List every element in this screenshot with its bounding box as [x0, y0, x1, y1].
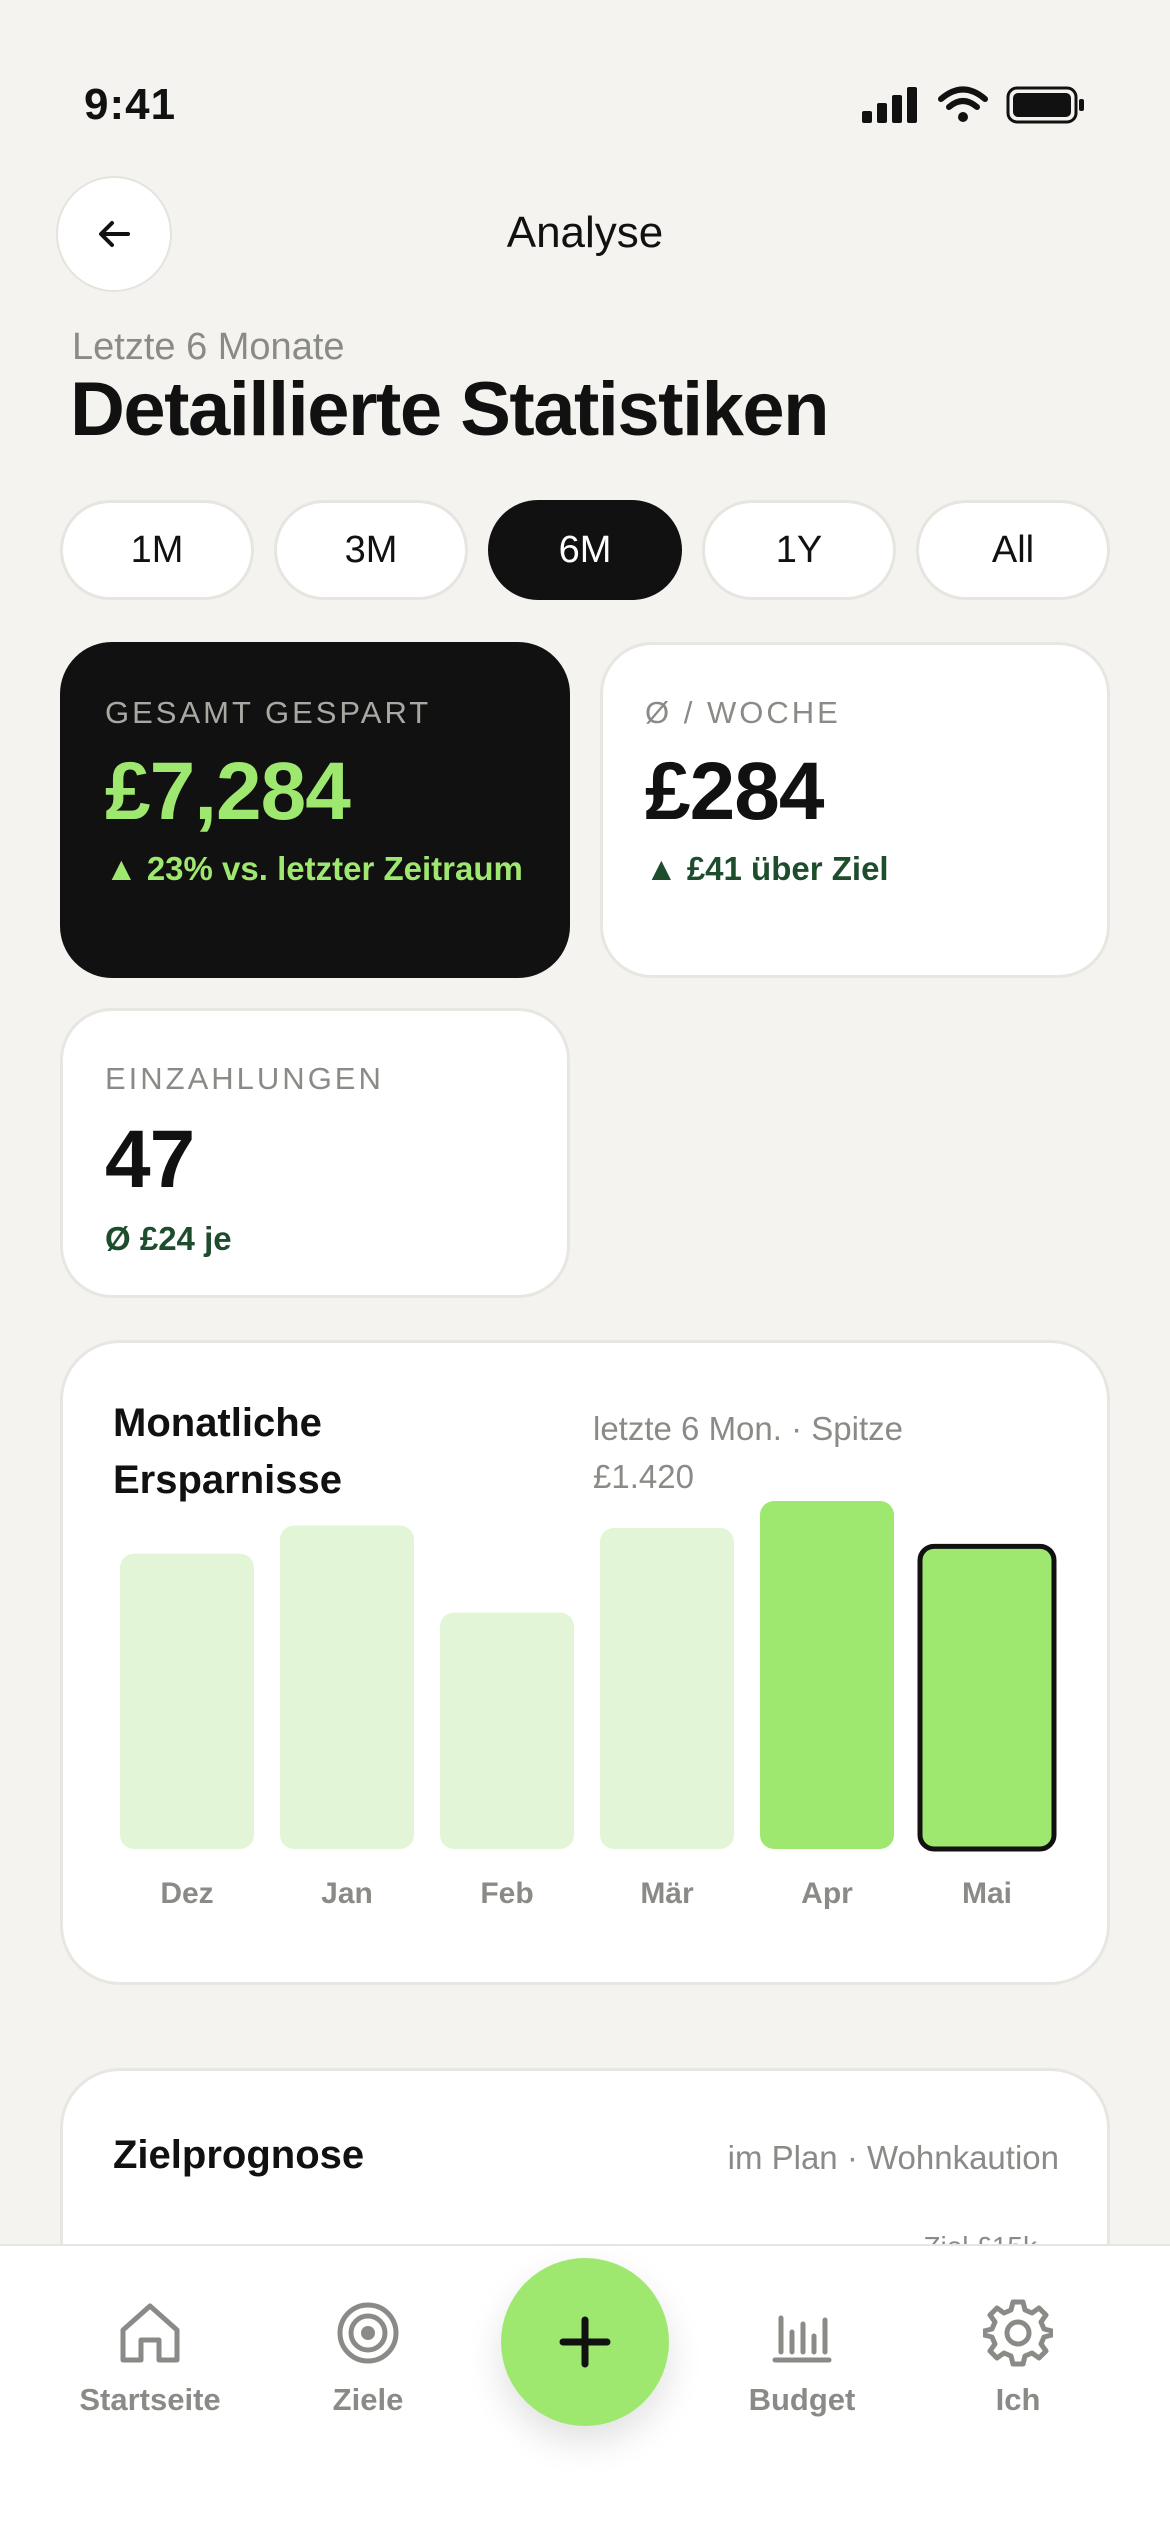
monthly-savings-chart: Dez Jan Feb Mär Apr Mai: [120, 1501, 1057, 1910]
chart-tick-label-jan: Jan: [321, 1877, 373, 1910]
chart-bar-jan[interactable]: [280, 1525, 414, 1849]
nav-label-goals: Ziele: [332, 2382, 404, 2417]
deposits-label: EINZAHLUNGEN: [105, 1061, 384, 1096]
page-subtitle: Letzte 6 Monate: [72, 326, 345, 368]
cellular-signal-icon: [862, 87, 917, 123]
nav-item-profile[interactable]: Ich: [918, 2298, 1118, 2418]
deposits-value: 47: [105, 1114, 195, 1205]
deposits-note: Ø £24 je: [105, 1220, 232, 1257]
chart-tick-label-apr: Apr: [801, 1877, 853, 1910]
weekly-average-label: Ø / WOCHE: [645, 695, 841, 730]
total-saved-change: ▲ 23% vs. letzter Zeitraum: [105, 850, 523, 887]
page-title: Detaillierte Statistiken: [70, 367, 830, 452]
chart-tick-label-feb: Feb: [480, 1877, 533, 1910]
nav-item-goals[interactable]: Ziele: [268, 2298, 468, 2418]
deposits-card: EINZAHLUNGEN 47 Ø £24 je: [60, 1008, 570, 1298]
bar-chart-icon: [772, 2315, 832, 2363]
target-icon: [337, 2302, 399, 2364]
weekly-average-note: ▲ £41 über Ziel: [645, 850, 889, 887]
total-saved-value: £7,284: [105, 746, 351, 837]
range-tabs: 1M 3M 6M 1Y All: [60, 500, 1110, 600]
total-saved-label: GESAMT GESPART: [105, 695, 432, 730]
goal-forecast-meta: im Plan · Wohnkaution: [727, 2139, 1059, 2176]
header-title: Analyse: [506, 208, 664, 257]
status-icons: [862, 86, 1086, 124]
nav-item-home[interactable]: Startseite: [50, 2298, 250, 2418]
monthly-savings-card: Monatliche Ersparnisse letzte 6 Mon. · S…: [60, 1340, 1110, 1985]
chart-bar-apr[interactable]: [760, 1501, 894, 1849]
chart-bar-mär[interactable]: [600, 1527, 734, 1849]
tab-3m[interactable]: 3M: [274, 500, 468, 600]
chart-bar-feb[interactable]: [440, 1612, 574, 1849]
battery-icon: [1006, 86, 1084, 124]
chart-tick-label-mai: Mai: [962, 1877, 1012, 1910]
nav-label-profile: Ich: [995, 2382, 1041, 2417]
add-button[interactable]: [501, 2258, 669, 2426]
tab-1m[interactable]: 1M: [60, 500, 254, 600]
gear-icon: [983, 2299, 1053, 2367]
status-bar: 9:41: [0, 0, 1170, 150]
chart-bar-mai[interactable]: [917, 1543, 1057, 1852]
tab-6m[interactable]: 6M: [488, 500, 682, 600]
status-time: 9:41: [84, 80, 177, 129]
plus-icon: [559, 2316, 611, 2368]
weekly-average-card: Ø / WOCHE £284 ▲ £41 über Ziel: [600, 642, 1110, 978]
wifi-icon: [938, 86, 988, 122]
home-icon: [120, 2303, 180, 2363]
goal-forecast-title: Zielprognose: [113, 2133, 365, 2177]
total-saved-card: GESAMT GESPART £7,284 ▲ 23% vs. letzter …: [60, 642, 570, 978]
chart-tick-label-mär: Mär: [640, 1877, 694, 1910]
chart-tick-label-dez: Dez: [160, 1877, 213, 1910]
nav-item-budget[interactable]: Budget: [702, 2298, 902, 2418]
tab-all[interactable]: All: [916, 500, 1110, 600]
weekly-average-value: £284: [645, 746, 824, 837]
tab-1y[interactable]: 1Y: [702, 500, 896, 600]
chart-bar-dez[interactable]: [120, 1553, 254, 1849]
nav-label-budget: Budget: [748, 2382, 856, 2417]
nav-label-home: Startseite: [79, 2382, 221, 2417]
